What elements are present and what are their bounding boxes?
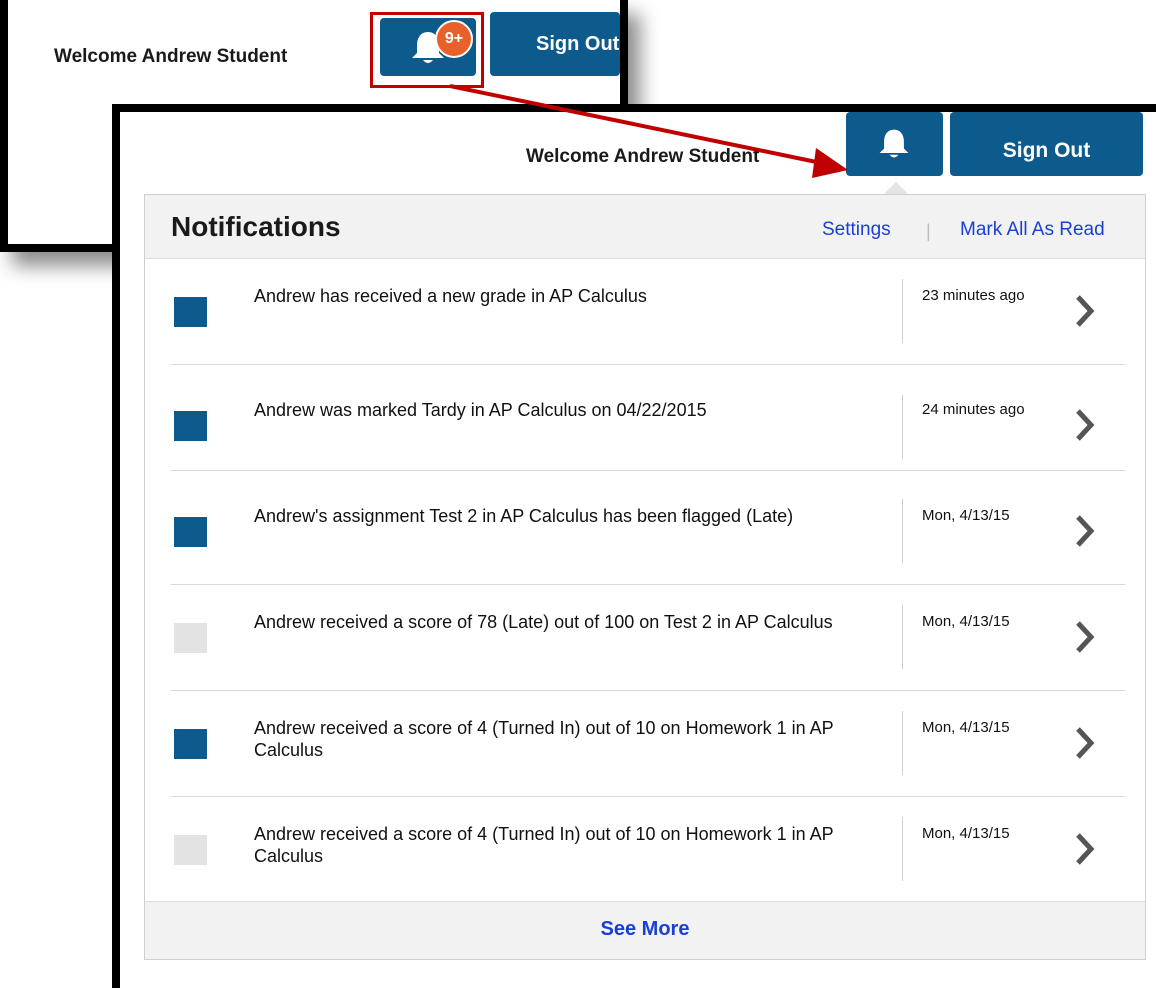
notification-item[interactable]: Andrew's assignment Test 2 in AP Calculu… [145,479,1145,585]
notifications-header: Notifications Settings | Mark All As Rea… [145,195,1145,259]
notifications-title: Notifications [171,211,341,242]
divider [902,279,903,343]
chevron-right-icon [1076,727,1095,759]
unread-indicator [174,729,207,759]
unread-indicator [174,411,207,441]
notifications-dropdown: Notifications Settings | Mark All As Rea… [144,194,1146,960]
notification-time: 24 minutes ago [922,401,1025,418]
notification-text: Andrew received a score of 4 (Turned In)… [254,824,834,866]
mark-all-read-link[interactable]: Mark All As Read [960,219,1105,241]
notification-text: Andrew received a score of 78 (Late) out… [254,612,833,632]
link-separator: | [926,221,931,241]
notification-text: Andrew was marked Tardy in AP Calculus o… [254,400,707,420]
read-indicator [174,623,207,653]
dropdown-pointer [884,182,908,194]
sign-out-button[interactable]: Sign Out [950,112,1143,176]
notification-time: Mon, 4/13/15 [922,613,1010,630]
bell-icon [879,129,909,158]
sign-out-button[interactable]: Sign Out [490,12,620,76]
divider [902,605,903,669]
divider [902,395,903,459]
notifications-button-active[interactable] [846,112,943,176]
chevron-right-icon [1076,515,1095,547]
see-more-link[interactable]: See More [601,918,690,941]
row-divider [171,470,1125,471]
notification-item[interactable]: Andrew received a score of 4 (Turned In)… [145,797,1145,903]
chevron-right-icon [1076,833,1095,865]
notification-time: Mon, 4/13/15 [922,825,1010,842]
settings-link[interactable]: Settings [822,219,891,241]
notification-text: Andrew has received a new grade in AP Ca… [254,286,647,306]
divider [902,499,903,563]
read-indicator [174,835,207,865]
notification-text: Andrew received a score of 4 (Turned In)… [254,718,834,760]
unread-indicator [174,297,207,327]
chevron-right-icon [1076,409,1095,441]
divider [902,711,903,775]
notifications-footer: See More [145,901,1145,959]
notification-count-badge: 9+ [435,20,473,58]
unread-indicator [174,517,207,547]
notification-time: Mon, 4/13/15 [922,719,1010,736]
notification-item[interactable]: Andrew has received a new grade in AP Ca… [145,259,1145,365]
welcome-text: Welcome Andrew Student [54,46,288,67]
notification-time: Mon, 4/13/15 [922,507,1010,524]
notification-item[interactable]: Andrew received a score of 4 (Turned In)… [145,691,1145,797]
notification-text: Andrew's assignment Test 2 in AP Calculu… [254,506,794,526]
notification-item[interactable]: Andrew was marked Tardy in AP Calculus o… [145,365,1145,471]
notification-item[interactable]: Andrew received a score of 78 (Late) out… [145,585,1145,691]
chevron-right-icon [1076,295,1095,327]
chevron-right-icon [1076,621,1095,653]
notification-time: 23 minutes ago [922,287,1025,304]
divider [902,817,903,881]
welcome-text: Welcome Andrew Student [526,146,760,167]
